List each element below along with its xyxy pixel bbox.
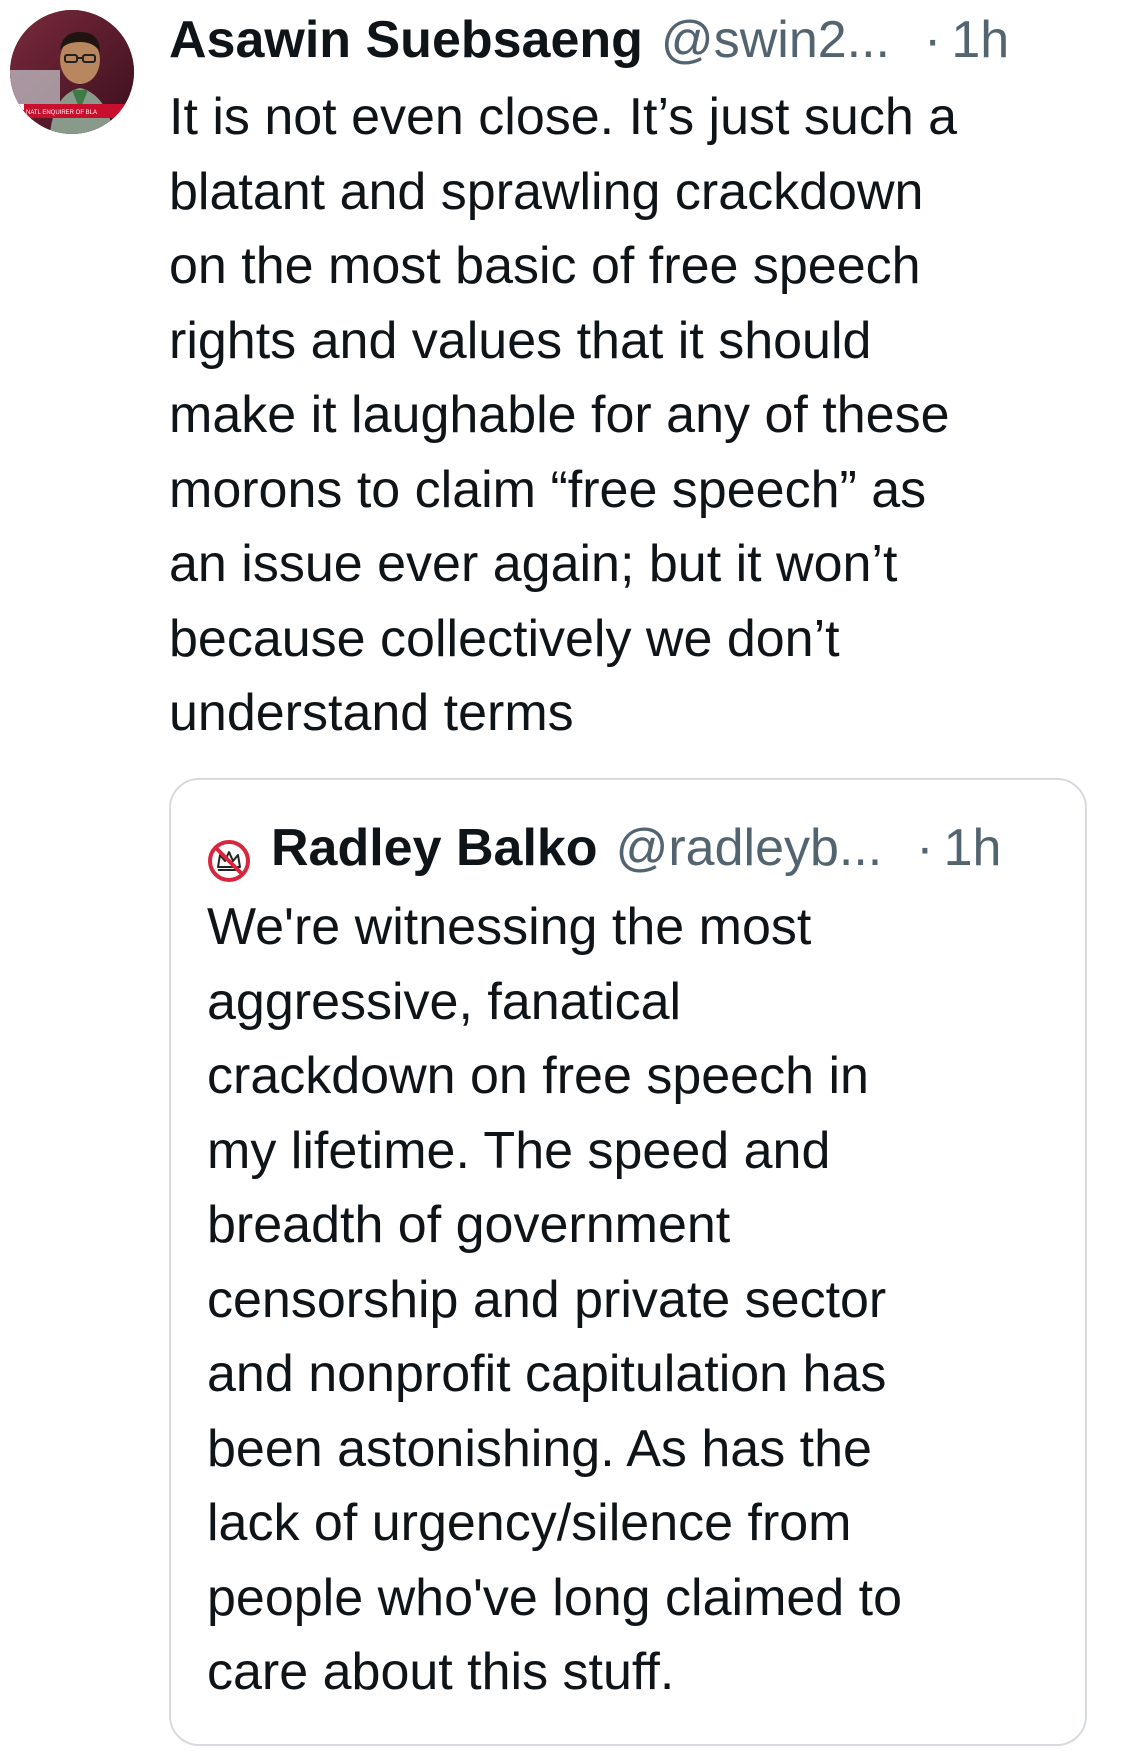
crown-no-symbol-icon[interactable] xyxy=(207,826,251,882)
quoted-author-display-name[interactable]: Radley Balko xyxy=(271,808,598,888)
post-body: It is not even close. It’s just such a b… xyxy=(169,88,958,742)
quoted-post-header: Radley Balko @radleyb... · 1h xyxy=(207,808,1001,888)
avatar-caption: NATL ENQUIRER OF BLA xyxy=(26,110,97,116)
quoted-author-handle[interactable]: @radleyb... xyxy=(616,808,883,888)
quoted-post-card[interactable]: Radley Balko @radleyb... · 1h We're witn… xyxy=(169,778,1087,1746)
author-avatar-image: WS NATL ENQUIRER OF BLA xyxy=(10,10,134,134)
separator-dot: · xyxy=(924,11,942,69)
quoted-post-body: We're witnessing the most aggressive, fa… xyxy=(207,898,903,1701)
author-display-name[interactable]: Asawin Suebsaeng xyxy=(169,0,643,80)
avatar-tag: WS xyxy=(12,105,21,111)
quoted-separator-dot: · xyxy=(916,819,934,877)
author-avatar[interactable]: WS NATL ENQUIRER OF BLA xyxy=(10,10,134,134)
author-handle[interactable]: @swin2... xyxy=(661,0,890,80)
post-header: Asawin Suebsaeng @swin2... · 1h xyxy=(169,0,1089,80)
quoted-post-timestamp[interactable]: 1h xyxy=(944,808,1002,888)
post[interactable]: Asawin Suebsaeng @swin2... · 1h It is no… xyxy=(169,0,1089,751)
post-timestamp[interactable]: 1h xyxy=(951,0,1009,80)
